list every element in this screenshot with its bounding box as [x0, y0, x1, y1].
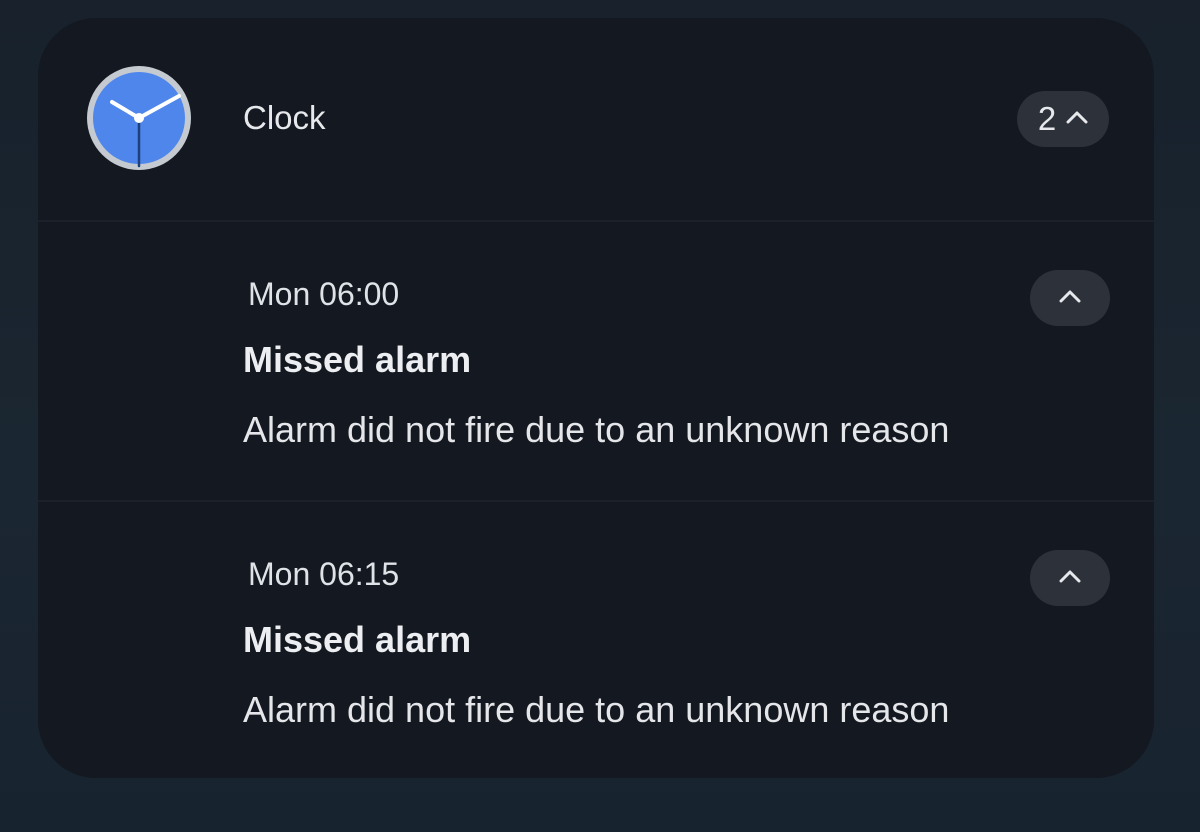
chevron-up-icon [1059, 569, 1081, 588]
notification-body: Alarm did not fire due to an unknown rea… [243, 689, 950, 730]
collapse-notification-button[interactable] [1030, 270, 1110, 326]
chevron-up-icon [1059, 289, 1081, 308]
notification-item[interactable]: Mon 06:00 Missed alarm Alarm did not fir… [38, 222, 1154, 500]
notification-time: Mon 06:15 [248, 556, 400, 592]
notification-card[interactable]: Clock 2 Mon 06:00 Missed alarm Alarm did… [38, 18, 1154, 778]
notification-title: Missed alarm [243, 619, 472, 660]
notification-shade: Clock 2 Mon 06:00 Missed alarm Alarm did… [0, 0, 1200, 832]
notification-count: 2 [1037, 100, 1057, 137]
chevron-up-icon [1066, 110, 1088, 129]
collapse-notification-button[interactable] [1030, 550, 1110, 606]
notification-item[interactable]: Mon 06:15 Missed alarm Alarm did not fir… [38, 502, 1154, 778]
notification-body: Alarm did not fire due to an unknown rea… [243, 409, 950, 450]
notification-header[interactable]: Clock 2 [38, 18, 1154, 220]
clock-icon [86, 65, 192, 171]
notification-time: Mon 06:00 [248, 276, 400, 312]
expand-group-button[interactable]: 2 [1017, 91, 1109, 147]
notification-title: Missed alarm [243, 339, 472, 380]
app-name: Clock [243, 99, 326, 136]
